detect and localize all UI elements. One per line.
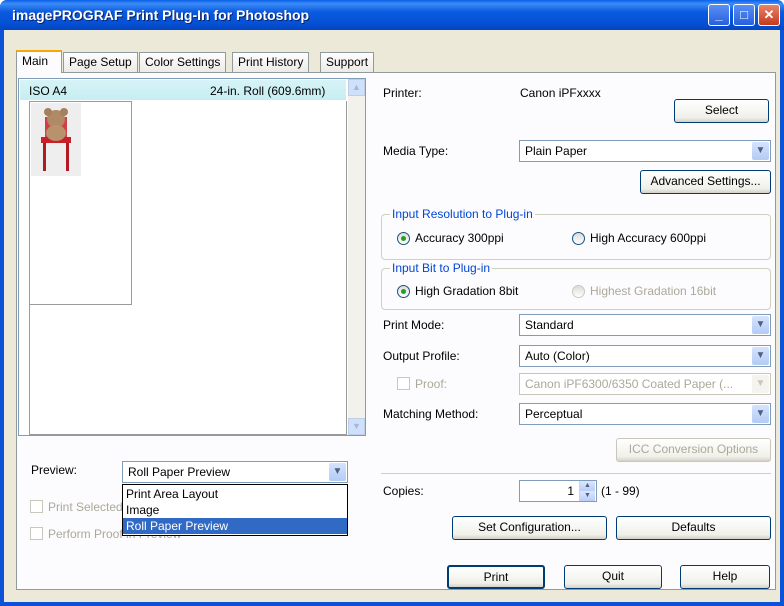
matching-method-label: Matching Method: (383, 407, 479, 421)
print-mode-select[interactable]: Standard ▼ (519, 314, 771, 336)
proof-label: Proof: (415, 377, 448, 391)
preview-option-roll-paper[interactable]: Roll Paper Preview (123, 518, 347, 534)
copies-spinner[interactable]: ▲ ▼ (579, 481, 595, 501)
preview-scrollbar[interactable]: ▲ ▼ (348, 79, 365, 435)
roll-size-label: 24-in. Roll (609.6mm) (210, 84, 326, 98)
preview-select-value: Roll Paper Preview (128, 465, 231, 479)
scroll-up-icon[interactable]: ▲ (348, 79, 365, 96)
copies-range: (1 - 99) (601, 484, 640, 498)
accuracy-600-radio[interactable] (572, 232, 585, 245)
preview-select[interactable]: Roll Paper Preview ▼ (122, 461, 348, 483)
media-type-value: Plain Paper (525, 144, 588, 158)
matching-method-select[interactable]: Perceptual ▼ (519, 403, 771, 425)
printer-label: Printer: (383, 86, 422, 100)
icc-conversion-options-button[interactable]: ICC Conversion Options (616, 438, 771, 462)
copies-label: Copies: (383, 484, 424, 498)
preview-dropdown-list[interactable]: Print Area Layout Image Roll Paper Previ… (122, 484, 348, 536)
title-bar[interactable]: imagePROGRAF Print Plug-In for Photoshop… (0, 0, 784, 30)
chevron-down-icon[interactable]: ▼ (752, 316, 769, 334)
divider (381, 473, 771, 474)
preview-option-print-area[interactable]: Print Area Layout (123, 486, 347, 502)
media-type-label: Media Type: (383, 144, 449, 158)
proof-select[interactable]: Canon iPF6300/6350 Coated Paper (... ▼ (519, 373, 771, 395)
defaults-button[interactable]: Defaults (616, 516, 771, 540)
proof-checkbox[interactable] (397, 377, 410, 390)
close-button[interactable]: ✕ (758, 4, 780, 26)
preview-area: ISO A4 24-in. Roll (609.6mm) ▲ ▼ (18, 78, 366, 436)
image-thumbnail (31, 103, 81, 176)
output-profile-select[interactable]: Auto (Color) ▼ (519, 345, 771, 367)
accuracy-300-radio[interactable] (397, 232, 410, 245)
accuracy-300-label: Accuracy 300ppi (415, 231, 504, 245)
tab-print-history[interactable]: Print History (232, 52, 310, 72)
preview-label: Preview: (31, 463, 78, 477)
printer-name: Canon iPFxxxx (520, 86, 601, 100)
proof-value: Canon iPF6300/6350 Coated Paper (... (525, 377, 734, 391)
accuracy-600-label: High Accuracy 600ppi (590, 231, 707, 245)
preview-header: ISO A4 24-in. Roll (609.6mm) (20, 80, 346, 100)
tab-support[interactable]: Support (320, 52, 375, 72)
perform-proof-checkbox[interactable] (30, 527, 43, 540)
input-bit-group-label: Input Bit to Plug-in (390, 261, 493, 275)
print-mode-value: Standard (525, 318, 574, 332)
gradation-8bit-radio[interactable] (397, 285, 410, 298)
output-profile-label: Output Profile: (383, 349, 460, 363)
chevron-down-icon[interactable]: ▼ (752, 142, 769, 160)
gradation-8bit-label: High Gradation 8bit (415, 284, 519, 298)
preview-option-image[interactable]: Image (123, 502, 347, 518)
print-mode-label: Print Mode: (383, 318, 445, 332)
set-configuration-button[interactable]: Set Configuration... (452, 516, 607, 540)
spin-down-icon[interactable]: ▼ (580, 491, 595, 501)
page-outline (29, 101, 132, 305)
tab-page-setup[interactable]: Page Setup (63, 52, 138, 72)
matching-method-value: Perceptual (525, 407, 583, 421)
copies-input[interactable]: 1 ▲ ▼ (519, 480, 597, 502)
gradation-16bit-label: Highest Gradation 16bit (590, 284, 717, 298)
print-button[interactable]: Print (447, 565, 545, 589)
help-button[interactable]: Help (680, 565, 770, 589)
output-profile-value: Auto (Color) (525, 349, 590, 363)
print-selected-checkbox[interactable] (30, 500, 43, 513)
chevron-down-icon[interactable]: ▼ (752, 347, 769, 365)
quit-button[interactable]: Quit (564, 565, 662, 589)
minimize-button[interactable]: _ (708, 4, 730, 26)
chevron-down-icon[interactable]: ▼ (752, 375, 769, 393)
chevron-down-icon[interactable]: ▼ (329, 463, 346, 481)
media-type-select[interactable]: Plain Paper ▼ (519, 140, 771, 162)
input-resolution-group-label: Input Resolution to Plug-in (390, 207, 535, 221)
paper-size-label: ISO A4 (29, 84, 68, 98)
plugin-window: imagePROGRAF Print Plug-In for Photoshop… (0, 0, 784, 606)
maximize-button[interactable]: □ (733, 4, 755, 26)
spin-up-icon[interactable]: ▲ (580, 481, 595, 491)
tab-color-settings[interactable]: Color Settings (139, 52, 227, 72)
tab-main[interactable]: Main (16, 50, 62, 73)
chevron-down-icon[interactable]: ▼ (752, 405, 769, 423)
copies-value: 1 (567, 484, 574, 498)
window-title: imagePROGRAF Print Plug-In for Photoshop (12, 7, 310, 23)
gradation-16bit-radio[interactable] (572, 285, 585, 298)
dialog-client: Main Page Setup Color Settings Print His… (4, 30, 780, 602)
advanced-settings-button[interactable]: Advanced Settings... (640, 170, 771, 194)
select-printer-button[interactable]: Select (674, 99, 769, 123)
scroll-down-icon[interactable]: ▼ (348, 418, 365, 435)
print-selected-label: Print Selected (48, 500, 123, 514)
